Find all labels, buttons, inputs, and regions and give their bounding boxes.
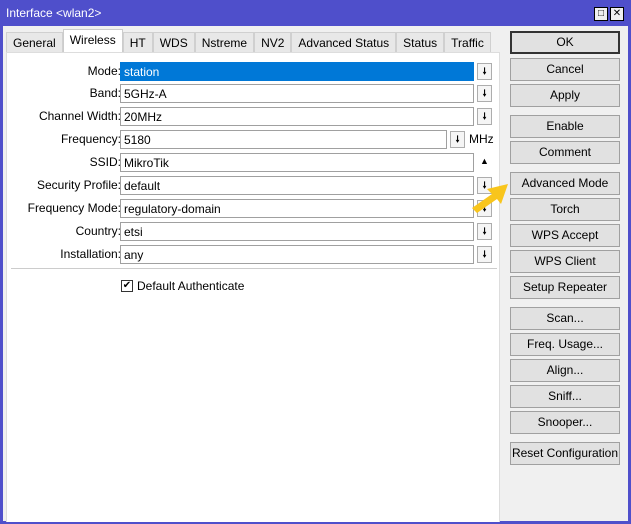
country-row: Country: etsi 🠗 <box>7 222 501 241</box>
highlight-arrow-icon <box>472 184 508 213</box>
cancel-button[interactable]: Cancel <box>510 58 620 81</box>
checkbox-label: Default Authenticate <box>137 279 245 293</box>
window-title: Interface <wlan2> <box>6 6 102 20</box>
installation-dropdown-icon[interactable]: 🠗 <box>477 246 492 263</box>
country-dropdown-icon[interactable]: 🠗 <box>477 223 492 240</box>
band-field[interactable]: 5GHz-A <box>120 84 474 103</box>
country-label: Country: <box>75 224 121 238</box>
advanced-mode-button[interactable]: Advanced Mode <box>510 172 620 195</box>
ssid-field[interactable]: MikroTik <box>120 153 474 172</box>
frequency-unit: MHz <box>469 132 494 146</box>
tab-status[interactable]: Status <box>396 32 445 53</box>
tab-nstreme[interactable]: Nstreme <box>194 32 255 53</box>
separator <box>11 268 497 269</box>
maximize-icon[interactable]: □ <box>594 7 608 21</box>
ssid-row: SSID: MikroTik ▲ <box>7 153 501 172</box>
checkbox-icon[interactable]: ✔ <box>121 280 133 292</box>
align-button[interactable]: Align... <box>510 359 620 382</box>
tab-wds[interactable]: WDS <box>152 32 195 53</box>
mode-row: Mode: station 🠗 <box>7 62 501 81</box>
band-dropdown-icon[interactable]: 🠗 <box>477 85 492 102</box>
frequency-mode-row: Frequency Mode: regulatory-domain 🠗 <box>7 199 501 218</box>
band-row: Band: 5GHz-A 🠗 <box>7 84 501 103</box>
reset-configuration-button[interactable]: Reset Configuration <box>510 442 620 465</box>
frequency-dropdown-icon[interactable]: 🠗 <box>450 131 465 148</box>
mode-label: Mode: <box>87 64 121 78</box>
tab-ht[interactable]: HT <box>122 32 153 53</box>
channel-width-row: Channel Width: 20MHz 🠗 <box>7 107 501 126</box>
scan-button[interactable]: Scan... <box>510 307 620 330</box>
security-profile-label: Security Profile: <box>36 178 121 192</box>
channel-width-label: Channel Width: <box>38 109 121 123</box>
installation-field[interactable]: any <box>120 245 474 264</box>
frequency-field[interactable]: 5180 <box>120 130 447 149</box>
tab-bar: General Wireless HT WDS Nstreme NV2 Advanced S… <box>6 29 491 53</box>
ssid-label: SSID: <box>89 155 121 169</box>
channel-width-dropdown-icon[interactable]: 🠗 <box>477 108 492 125</box>
ok-button[interactable]: OK <box>510 31 620 54</box>
channel-width-field[interactable]: 20MHz <box>120 107 474 126</box>
band-label: Band: <box>89 86 121 100</box>
wps-accept-button[interactable]: WPS Accept <box>510 224 620 247</box>
comment-button[interactable]: Comment <box>510 141 620 164</box>
security-profile-row: Security Profile: default 🠗 <box>7 176 501 195</box>
sniff-button[interactable]: Sniff... <box>510 385 620 408</box>
tab-traffic[interactable]: Traffic <box>444 32 491 53</box>
installation-label: Installation: <box>60 247 121 261</box>
frequency-mode-field[interactable]: regulatory-domain <box>120 199 474 218</box>
default-authenticate-checkbox[interactable]: ✔ Default Authenticate <box>121 279 244 293</box>
security-profile-field[interactable]: default <box>120 176 474 195</box>
setup-repeater-button[interactable]: Setup Repeater <box>510 276 620 299</box>
installation-row: Installation: any 🠗 <box>7 245 501 264</box>
frequency-label: Frequency: <box>60 132 121 146</box>
freq-usage-button[interactable]: Freq. Usage... <box>510 333 620 356</box>
frequency-row: Frequency: 5180 🠗 MHz <box>7 130 501 149</box>
country-field[interactable]: etsi <box>120 222 474 241</box>
torch-button[interactable]: Torch <box>510 198 620 221</box>
close-icon[interactable]: ✕ <box>610 7 624 21</box>
wps-client-button[interactable]: WPS Client <box>510 250 620 273</box>
frequency-mode-label: Frequency Mode: <box>27 201 121 215</box>
snooper-button[interactable]: Snooper... <box>510 411 620 434</box>
ssid-collapse-icon[interactable]: ▲ <box>477 154 492 171</box>
tab-wireless[interactable]: Wireless <box>62 29 123 52</box>
mode-field[interactable]: station <box>120 62 474 81</box>
tab-advanced-status[interactable]: Advanced Status <box>291 32 397 53</box>
wireless-panel: ✔ Default Authenticate Mode: station 🠗 Band… <box>6 52 500 522</box>
tab-nv2[interactable]: NV2 <box>254 32 292 53</box>
mode-dropdown-icon[interactable]: 🠗 <box>477 63 492 80</box>
enable-button[interactable]: Enable <box>510 115 620 138</box>
tab-general[interactable]: General <box>6 32 63 53</box>
apply-button[interactable]: Apply <box>510 84 620 107</box>
